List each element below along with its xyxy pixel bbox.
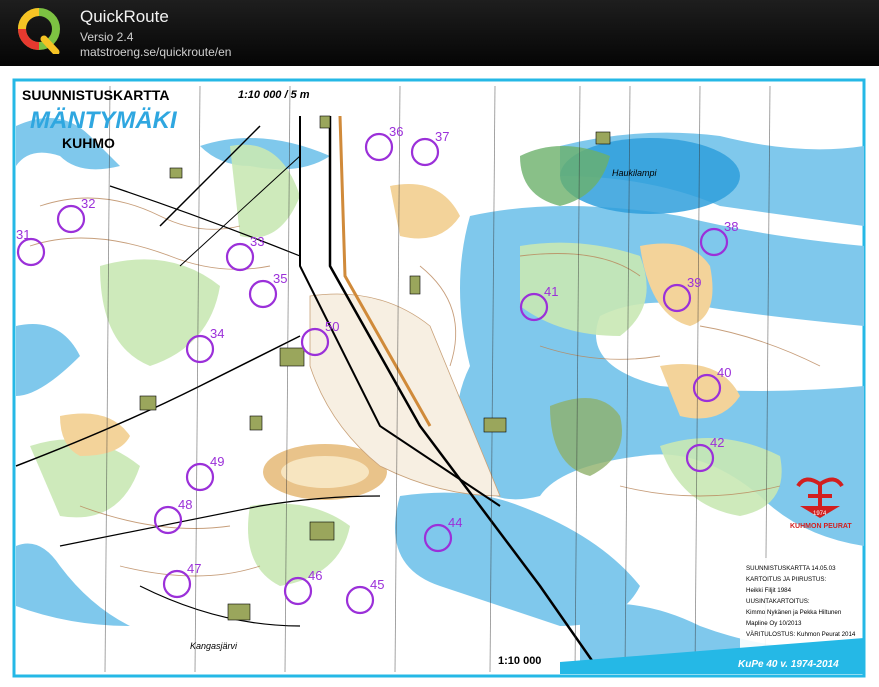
credits-line: UUSINTAKARTOITUS: [746,598,810,605]
control-number: 37 [435,129,449,144]
club-name: KUHMON PEURAT [790,523,852,530]
credits-line: Kimmo Nykänen ja Pekka Hiltunen [746,609,842,616]
control-number: 46 [308,568,322,583]
app-title-bar: QuickRoute Versio 2.4 matstroeng.se/quic… [0,0,879,66]
credits-line: Heikki Filjit 1984 [746,587,792,594]
control-number: 42 [710,435,724,450]
app-name: QuickRoute [80,7,169,27]
control-number: 50 [325,319,339,334]
control-number: 36 [389,124,403,139]
control-number: 35 [273,271,287,286]
control-number: 34 [210,326,224,341]
map-place: KUHMO [62,135,115,151]
control-number: 45 [370,577,384,592]
control-number: 48 [178,497,192,512]
control-number: 31 [16,227,30,242]
map-canvas[interactable]: SUUNNISTUSKARTTA MÄNTYMÄKI KUHMO 1:10 00… [0,66,879,687]
quickroute-logo-icon [16,6,62,54]
map-title: MÄNTYMÄKI [30,107,178,134]
app-version: Versio 2.4 [80,30,133,44]
control-number: 32 [81,196,95,211]
control-number: 49 [210,454,224,469]
map-header-line: SUUNNISTUSKARTTA [22,87,170,103]
control-number: 33 [250,234,264,249]
credits-line: Mapline Oy 10/2013 [746,620,802,627]
control-number: 44 [448,515,462,530]
club-year: 1974 [813,511,827,517]
orienteering-map[interactable]: SUUNNISTUSKARTTA MÄNTYMÄKI KUHMO 1:10 00… [0,66,879,687]
control-number: 40 [717,365,731,380]
credits-line: VÄRITULOSTUS: Kuhmon Peurat 2014 [746,631,856,638]
credits-line: SUUNNISTUSKARTTA 14.05.03 [746,565,836,572]
footer-badge: KuPe 40 v. 1974-2014 [738,659,839,670]
control-number: 41 [544,284,558,299]
lake2-label: Kangasjärvi [190,641,238,651]
app-url-link[interactable]: matstroeng.se/quickroute/en [80,45,231,59]
credits-box: SUUNNISTUSKARTTA 14.05.03 KARTOITUS JA PI… [740,558,862,652]
map-scale-bottom: 1:10 000 [498,655,541,667]
credits-line: KARTOITUS JA PIIRUSTUS: [746,576,827,583]
control-number: 38 [724,219,738,234]
control-number: 39 [687,275,701,290]
lake-label: Haukilampi [612,168,658,178]
control-number: 47 [187,561,201,576]
map-scale-top: 1:10 000 / 5 m [238,89,310,101]
